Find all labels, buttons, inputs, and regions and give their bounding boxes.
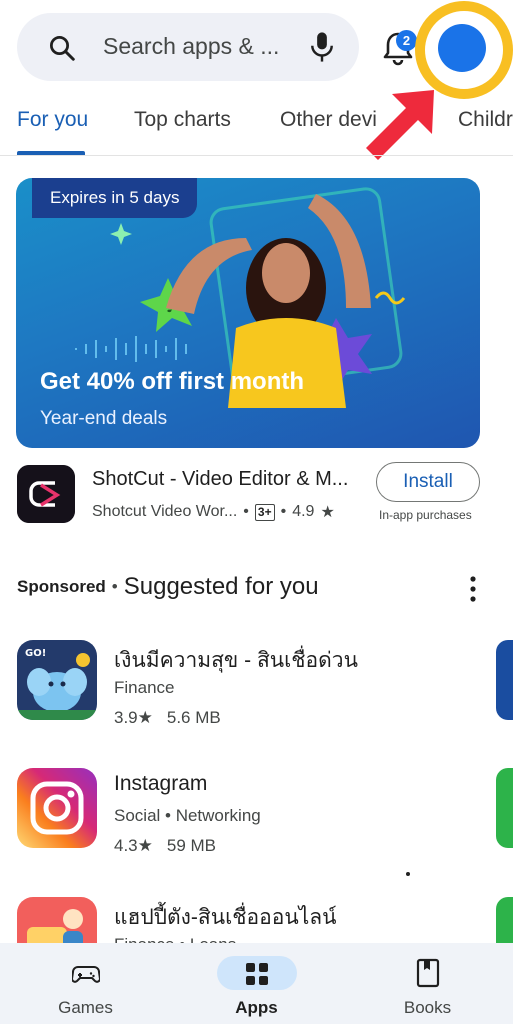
elephant-app-icon: GO!: [17, 640, 97, 720]
nav-label: Games: [58, 998, 113, 1017]
app-rating: 3.9★: [114, 708, 153, 727]
app-size: 5.6 MB: [166, 708, 221, 727]
sponsored-label: Sponsored: [17, 577, 106, 596]
list-item[interactable]: GO! เงินมีความสุข - สินเชื่อด่วน Finance…: [0, 640, 513, 740]
tab-other-devices[interactable]: Other devi: [280, 108, 377, 132]
app-category: Finance: [114, 678, 175, 697]
apps-grid-icon: [246, 963, 268, 985]
header-separator: •: [111, 577, 118, 596]
featured-developer: Shotcut Video Wor...: [92, 503, 238, 520]
search-bar[interactable]: Search apps & ...: [17, 13, 359, 81]
stray-dot: [406, 872, 410, 876]
in-app-purchases-note: In-app purchases: [379, 508, 472, 522]
tab-top-charts[interactable]: Top charts: [134, 108, 231, 132]
active-tab-indicator: [17, 151, 85, 155]
more-options-icon[interactable]: [466, 574, 480, 604]
shotcut-app-icon[interactable]: [17, 465, 75, 523]
gamepad-icon: [72, 966, 100, 983]
featured-app-meta: Shotcut Video Wor... • 3+ • 4.9 ★: [92, 502, 335, 522]
app-name: แฮปปี้ตัง-สินเชื่อออนไลน์: [114, 906, 337, 929]
nav-label: Apps: [235, 998, 278, 1017]
banner-subtitle: Year-end deals: [40, 408, 168, 429]
search-input[interactable]: Search apps & ...: [103, 33, 279, 60]
search-icon: [50, 36, 75, 61]
meta-dot: •: [243, 503, 249, 520]
list-item[interactable]: Instagram Social • Networking 4.3★ 59 MB: [0, 768, 513, 868]
install-button[interactable]: Install: [376, 462, 480, 502]
svg-text:GO!: GO!: [25, 648, 46, 659]
bottom-navigation: Games Apps Books: [0, 943, 513, 1024]
nav-apps[interactable]: Apps: [171, 943, 342, 1024]
nav-games[interactable]: Games: [0, 943, 171, 1024]
book-icon: [416, 958, 440, 988]
nav-label: Books: [403, 998, 452, 1017]
featured-rating: 4.9: [292, 503, 315, 520]
notification-badge: 2: [396, 30, 417, 51]
avatar[interactable]: [438, 24, 486, 72]
app-stats: 3.9★ 5.6 MB: [114, 708, 221, 728]
expiry-badge: Expires in 5 days: [32, 178, 198, 218]
category-tabs: For you Top charts Other devi Childr: [0, 100, 513, 156]
nav-books[interactable]: Books: [342, 943, 513, 1024]
app-name: Instagram: [114, 772, 208, 795]
featured-app-name[interactable]: ShotCut - Video Editor & M...: [92, 468, 348, 491]
banner-title: Get 40% off first month: [40, 368, 305, 395]
next-card-peek[interactable]: [496, 768, 513, 848]
star-icon: ★: [320, 504, 335, 521]
microphone-icon[interactable]: [307, 30, 337, 64]
promo-banner[interactable]: ♪ Expires in 5 days Get 40% off first mo…: [16, 178, 480, 448]
section-header: Sponsored • Suggested for you: [17, 573, 319, 601]
tab-children[interactable]: Childr: [458, 108, 513, 132]
app-category: Social • Networking: [114, 806, 261, 825]
app-stats: 4.3★ 59 MB: [114, 836, 216, 856]
next-card-peek[interactable]: [496, 640, 513, 720]
section-title: Suggested for you: [123, 573, 319, 600]
app-name: เงินมีความสุข - สินเชื่อด่วน: [114, 649, 358, 672]
tab-for-you[interactable]: For you: [17, 108, 88, 132]
instagram-app-icon: [17, 768, 97, 848]
age-rating-badge: 3+: [254, 503, 275, 521]
app-size: 59 MB: [166, 836, 217, 855]
app-rating: 4.3★: [114, 836, 153, 855]
meta-dot: •: [280, 503, 287, 520]
